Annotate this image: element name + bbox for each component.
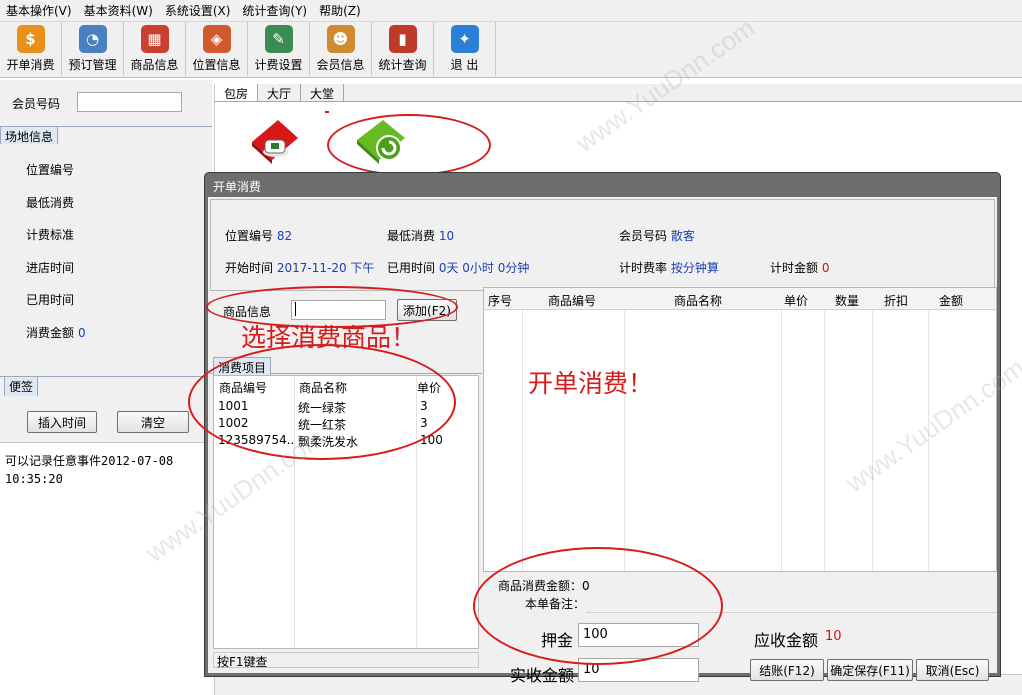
menu-item[interactable]: 帮助(Z) xyxy=(313,2,367,19)
toolbar-button-label: 会员信息 xyxy=(316,58,365,72)
order-info-section: 位置编号 82 最低消费 10 会员号码 散客 开始时间 2017-11-20 … xyxy=(210,199,995,291)
member-number-input[interactable] xyxy=(77,92,182,112)
exit-figure-icon: ✦ xyxy=(450,25,479,53)
min-consume-label: 最低消费 xyxy=(387,229,436,243)
venue-field-label: 最低消费 xyxy=(26,195,75,210)
product-grid-icon: ▦ xyxy=(140,25,169,53)
member-label: 会员号码 xyxy=(619,229,668,243)
toolbar-button-label: 商品信息 xyxy=(130,58,179,72)
annotation-ellipse-payment xyxy=(473,547,723,665)
tab-room[interactable]: 大堂 xyxy=(301,84,345,101)
order-column-header[interactable]: 商品名称 xyxy=(674,292,722,309)
clear-button[interactable]: 清空 xyxy=(117,411,189,433)
toolbar-button[interactable]: ▮ 统计查询 xyxy=(372,22,434,76)
toolbar-button-label: 统计查询 xyxy=(378,58,427,72)
venue-field: 最低消费 xyxy=(26,194,78,211)
venue-field: 已用时间 xyxy=(26,291,78,308)
tab-venue-info[interactable]: 场地信息 xyxy=(0,126,59,146)
billing-settings-icon: ✎ xyxy=(264,25,293,53)
notes-text: 可以记录任意事件2012-07-08 10:35:20 xyxy=(5,454,174,486)
annotation-ellipse-room xyxy=(327,114,491,176)
insert-time-button[interactable]: 插入时间 xyxy=(27,411,97,433)
menu-item[interactable]: 基本资料(W) xyxy=(78,2,159,19)
left-panel: 会员号码 场地信息 位置编号最低消费计费标准进店时间已用时间消费金额 0 便签 插… xyxy=(0,80,212,695)
venue-field-label: 进店时间 xyxy=(26,260,75,275)
order-column-header[interactable]: 折扣 xyxy=(884,292,908,309)
used-time-value: 0天 0小时 0分钟 xyxy=(438,261,530,275)
tab-notes[interactable]: 便签 xyxy=(4,376,39,396)
venue-field-label: 已用时间 xyxy=(26,293,75,307)
time-amount-value: 0 xyxy=(821,261,830,275)
menu-item[interactable]: 统计查询(Y) xyxy=(236,2,313,19)
pos-label: 位置编号 xyxy=(225,229,274,243)
venue-field-value: 0 xyxy=(78,325,86,340)
rate-label: 计时费率 xyxy=(619,261,668,275)
min-consume-value: 10 xyxy=(438,229,455,243)
members-icon: ☻ xyxy=(326,25,355,53)
start-time-value: 2017-11-20 下午 12: xyxy=(276,261,379,275)
save-button[interactable]: 确定保存(F11) xyxy=(827,659,913,681)
order-header: 序号 商品编号 商品名称 单价 数量 折扣 金额 xyxy=(484,288,996,310)
reservation-icon: ◔ xyxy=(78,25,107,53)
venue-field: 位置编号 xyxy=(26,161,78,178)
venue-field-label: 位置编号 xyxy=(26,163,75,177)
rate-value: 按分钟算 xyxy=(670,261,719,275)
toolbar-button[interactable]: ◈ 位置信息 xyxy=(186,22,248,76)
statistics-icon: ▮ xyxy=(388,25,417,53)
order-column-header[interactable]: 单价 xyxy=(784,292,808,309)
member-number-label: 会员号码 xyxy=(12,97,61,111)
toolbar-button-label: 预订管理 xyxy=(68,58,117,72)
location-icon: ◈ xyxy=(202,25,231,53)
toolbar-button-label: 计费设置 xyxy=(254,58,303,72)
menu-item[interactable]: 系统设置(X) xyxy=(159,2,237,19)
toolbar-button-label: 位置信息 xyxy=(192,58,241,72)
f1-hint: 按F1键查 xyxy=(213,652,479,669)
toolbar-button[interactable]: ▦ 商品信息 xyxy=(124,22,186,76)
venue-field: 计费标准 xyxy=(26,226,78,243)
venue-field: 消费金额 0 xyxy=(26,324,86,341)
toolbar-button[interactable]: ✦ 退 出 xyxy=(434,22,496,76)
cancel-button[interactable]: 取消(Esc) xyxy=(916,659,989,681)
venue-field-label: 计费标准 xyxy=(26,228,75,242)
notes-textarea[interactable]: 可以记录任意事件2012-07-08 10:35:20 xyxy=(0,442,212,695)
order-column-header[interactable]: 序号 xyxy=(488,292,512,309)
order-column-header[interactable]: 数量 xyxy=(835,292,859,309)
room-occupied-icon[interactable] xyxy=(248,116,300,164)
time-amount-label: 计时金额 xyxy=(770,261,819,275)
dialog-title: 开单消费 xyxy=(213,180,262,194)
venue-field: 进店时间 xyxy=(26,259,78,276)
toolbar-button[interactable]: ✎ 计费设置 xyxy=(248,22,310,76)
checkout-button[interactable]: 结账(F12) xyxy=(750,659,824,681)
toolbar-button[interactable]: $ 开单消费 xyxy=(0,22,62,76)
due-amount-label: 应收金额 xyxy=(754,631,819,650)
venue-field-label: 消费金额 xyxy=(26,325,75,340)
toolbar-button[interactable]: ◔ 预订管理 xyxy=(62,22,124,76)
tab-room[interactable]: 包房 xyxy=(215,84,259,101)
member-value: 散客 xyxy=(670,229,695,243)
order-column-header[interactable]: 商品编号 xyxy=(548,292,596,309)
pos-value: 82 xyxy=(276,229,293,243)
received-amount-label: 实收金额 xyxy=(510,666,575,685)
menu-item[interactable]: 基本操作(V) xyxy=(0,2,78,19)
due-amount-value: 10 xyxy=(825,629,842,644)
used-time-label: 已用时间 xyxy=(387,261,436,275)
venue-info-panel: 位置编号最低消费计费标准进店时间已用时间消费金额 0 xyxy=(0,144,212,374)
toolbar-button-label: 开单消费 xyxy=(6,58,55,72)
annotation-open-order: 开单消费！ xyxy=(528,369,654,398)
start-time-label: 开始时间 xyxy=(225,261,274,275)
toolbar: $ 开单消费 ◔ 预订管理 ▦ 商品信息 ◈ 位置信息 ✎ 计费设置 ☻ 会员信息 ▮ 统计查询 ✦ 退 出 xyxy=(0,22,1022,78)
toolbar-button-label: 退 出 xyxy=(450,58,479,72)
menu-bar: 基本操作(V) 基本资料(W) 系统设置(X) 统计查询(Y) 帮助(Z) xyxy=(0,0,1022,22)
order-column-header[interactable]: 金额 xyxy=(939,292,963,309)
tab-room[interactable]: 大厅 xyxy=(258,84,302,101)
dollar-coin-icon: $ xyxy=(16,25,45,53)
toolbar-button[interactable]: ☻ 会员信息 xyxy=(310,22,372,76)
